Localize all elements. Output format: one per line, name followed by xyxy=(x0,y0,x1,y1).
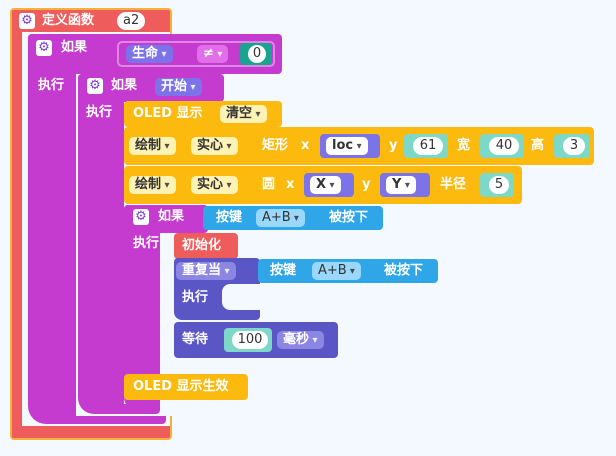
key-label: 按键 xyxy=(216,210,243,225)
gear-icon[interactable]: ⚙ xyxy=(36,40,52,56)
state-label: 被按下 xyxy=(329,210,369,225)
do-label: 执行 xyxy=(182,290,209,305)
x-label: x xyxy=(301,138,310,153)
x-label: x xyxy=(286,177,295,192)
oled-mode-dropdown[interactable]: 清空 xyxy=(220,105,267,123)
function-name-field[interactable]: a2 xyxy=(117,12,146,30)
height-label: 高 xyxy=(531,138,545,153)
x-variable-dropdown[interactable]: X xyxy=(310,176,341,194)
key-label: 按键 xyxy=(270,263,297,278)
oled-effect-label: OLED 显示生效 xyxy=(133,379,229,394)
number-field[interactable]: 0 xyxy=(248,45,266,63)
y-label: y xyxy=(362,177,371,192)
state-label: 被按下 xyxy=(384,263,424,278)
if-label: 如果 xyxy=(158,209,185,224)
do-label: 执行 xyxy=(38,78,65,93)
wait-label: 等待 xyxy=(182,332,209,347)
gear-icon[interactable]: ⚙ xyxy=(19,13,35,29)
shape-label: 圆 xyxy=(262,177,276,192)
radius-number-field[interactable]: 5 xyxy=(489,176,509,194)
radius-label: 半径 xyxy=(440,177,467,192)
if-label: 如果 xyxy=(61,40,88,55)
operator-dropdown[interactable]: ≠ xyxy=(197,45,229,63)
fill-mode-dropdown[interactable]: 实心 xyxy=(191,137,238,155)
gear-icon[interactable]: ⚙ xyxy=(133,209,149,225)
key-dropdown[interactable]: A+B xyxy=(256,209,305,227)
do-label: 执行 xyxy=(133,236,160,251)
x-variable-dropdown[interactable]: loc xyxy=(326,137,368,155)
shape-label: 矩形 xyxy=(262,138,289,153)
y-variable-dropdown[interactable]: Y xyxy=(386,176,416,194)
time-unit-dropdown[interactable]: 毫秒 xyxy=(277,331,324,349)
draw-mode-dropdown[interactable]: 绘制 xyxy=(129,137,176,155)
y-label: y xyxy=(389,138,398,153)
do-label: 执行 xyxy=(86,105,113,120)
repeat-mode-dropdown[interactable]: 重复当 xyxy=(176,262,236,280)
init-label: 初始化 xyxy=(182,238,222,253)
y-number-field[interactable]: 61 xyxy=(413,137,443,155)
gear-icon[interactable]: ⚙ xyxy=(87,78,103,94)
width-number-field[interactable]: 40 xyxy=(489,137,519,155)
key-dropdown[interactable]: A+B xyxy=(312,262,361,280)
fill-mode-dropdown[interactable]: 实心 xyxy=(191,176,238,194)
variable-dropdown[interactable]: 生命 xyxy=(126,45,173,63)
repeat-body xyxy=(222,284,262,310)
start-variable-dropdown[interactable]: 开始 xyxy=(155,78,202,96)
oled-show-label: OLED 显示 xyxy=(133,106,203,121)
width-label: 宽 xyxy=(457,138,471,153)
if-label: 如果 xyxy=(111,78,138,93)
define-function-label: 定义函数 xyxy=(42,13,95,28)
wait-number-field[interactable]: 100 xyxy=(232,331,268,349)
draw-mode-dropdown[interactable]: 绘制 xyxy=(129,176,176,194)
height-number-field[interactable]: 3 xyxy=(563,137,585,155)
